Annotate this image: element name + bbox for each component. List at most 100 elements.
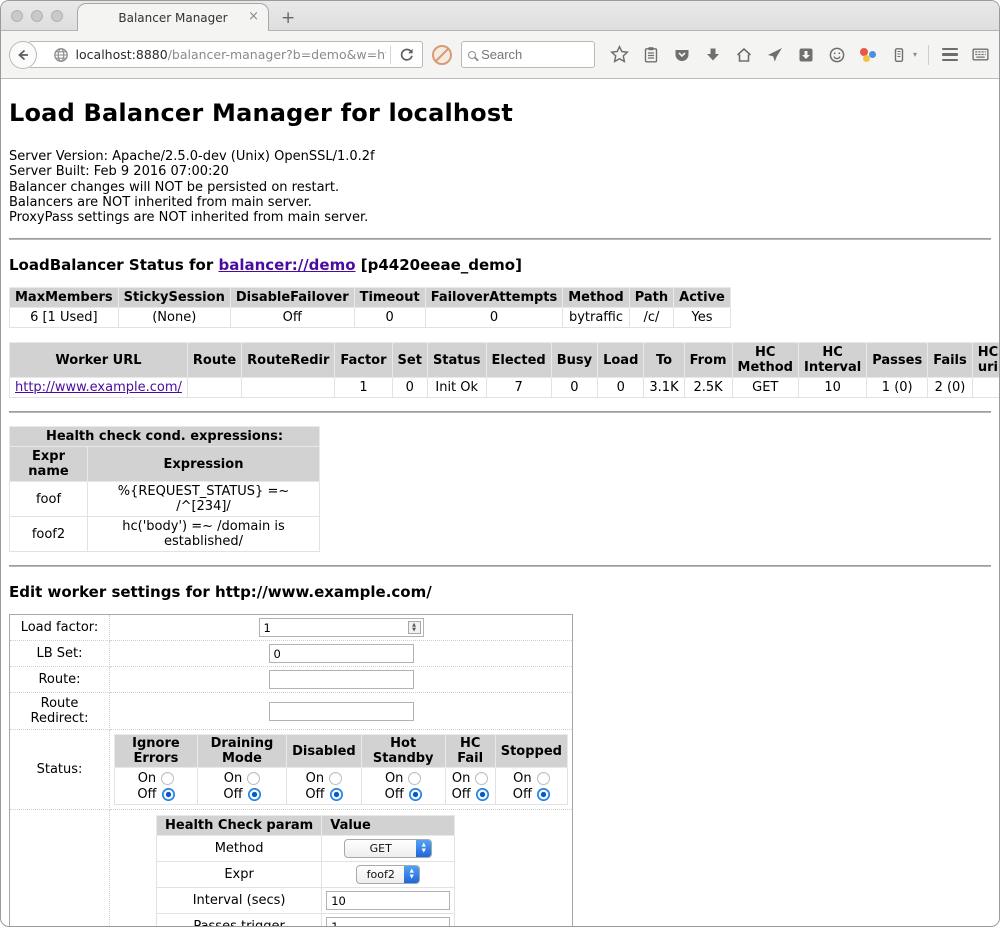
expr-select-value: foof2 bbox=[357, 868, 404, 881]
smiley-icon bbox=[828, 46, 846, 64]
colored-dots-icon bbox=[859, 46, 877, 64]
smiley-extension-button[interactable] bbox=[827, 45, 847, 64]
menu-button[interactable] bbox=[940, 45, 960, 64]
stopped-off-radio[interactable] bbox=[537, 788, 550, 801]
col-to: To bbox=[644, 343, 684, 378]
search-input[interactable] bbox=[481, 47, 581, 62]
disabled-on-radio[interactable] bbox=[329, 772, 342, 785]
lb-status-heading-prefix: LoadBalancer Status for bbox=[9, 256, 218, 274]
cell-expression: hc('body') =~ /domain is established/ bbox=[88, 517, 320, 552]
battery-extension-button[interactable] bbox=[889, 45, 909, 64]
col-factor: Factor bbox=[335, 343, 392, 378]
reload-button[interactable] bbox=[395, 47, 422, 62]
reading-list-icon bbox=[642, 46, 660, 64]
lb-set-input[interactable] bbox=[269, 644, 414, 663]
worker-table: Worker URL Route RouteRedir Factor Set S… bbox=[9, 342, 1000, 398]
new-tab-button[interactable]: + bbox=[281, 8, 295, 28]
table-header-row: MaxMembers StickySession DisableFailover… bbox=[10, 288, 731, 308]
col-status: Status bbox=[427, 343, 486, 378]
send-tab-button[interactable] bbox=[765, 45, 785, 64]
bookmark-star-button[interactable] bbox=[610, 45, 630, 64]
cell-set: 0 bbox=[392, 378, 427, 398]
table-title-row: Health check cond. expressions: bbox=[10, 427, 320, 447]
back-button[interactable] bbox=[9, 41, 37, 69]
col-expression: Expression bbox=[88, 447, 320, 482]
hc-fail-off-radio[interactable] bbox=[476, 788, 489, 801]
on-label: On bbox=[224, 771, 242, 786]
form-row-route-redirect: Route Redirect: bbox=[10, 693, 573, 730]
search-icon bbox=[468, 51, 476, 59]
hot-standby-on-radio[interactable] bbox=[408, 772, 421, 785]
url-text[interactable]: localhost:8880/balancer-manager?b=demo&w… bbox=[76, 47, 387, 62]
reading-list-button[interactable] bbox=[641, 45, 661, 64]
load-factor-label: Load factor: bbox=[10, 615, 110, 641]
worker-url-link[interactable]: http://www.example.com/ bbox=[15, 380, 182, 395]
ignore-errors-off-radio[interactable] bbox=[162, 788, 175, 801]
on-label: On bbox=[306, 771, 324, 786]
browser-window: Balancer Manager × + localhost:8880/bala… bbox=[0, 0, 1000, 927]
ignore-errors-on-radio[interactable] bbox=[161, 772, 174, 785]
lb-status-table: MaxMembers StickySession DisableFailover… bbox=[9, 287, 731, 328]
window-close-button[interactable] bbox=[11, 10, 23, 22]
url-path: /balancer-manager?b=demo&w=http://www.ex… bbox=[168, 47, 386, 62]
interval-input[interactable] bbox=[326, 891, 450, 910]
method-select[interactable]: GET ▲▼ bbox=[344, 839, 432, 858]
extension-download-button[interactable] bbox=[796, 45, 816, 64]
plugin-blocked-icon[interactable] bbox=[432, 45, 452, 65]
hc-param-row-passes: Passes trigger bbox=[157, 914, 455, 927]
tab-close-icon[interactable]: × bbox=[248, 10, 259, 24]
globe-icon bbox=[53, 47, 69, 63]
divider bbox=[9, 565, 991, 567]
hot-standby-off-radio[interactable] bbox=[409, 788, 422, 801]
col-elected: Elected bbox=[486, 343, 551, 378]
cell-failoverattempts: 0 bbox=[425, 308, 563, 328]
select-stepper-icon: ▲▼ bbox=[416, 839, 431, 858]
downloads-button[interactable] bbox=[703, 45, 723, 64]
persist-notice-line: Balancer changes will NOT be persisted o… bbox=[9, 180, 991, 195]
window-minimize-button[interactable] bbox=[31, 10, 43, 22]
draining-mode-on-radio[interactable] bbox=[247, 772, 260, 785]
home-button[interactable] bbox=[734, 45, 754, 64]
table-header-row: Worker URL Route RouteRedir Factor Set S… bbox=[10, 343, 1000, 378]
passes-label: Passes trigger bbox=[157, 914, 322, 927]
col-hc-fail: HC Fail bbox=[445, 735, 495, 768]
draining-mode-off-radio[interactable] bbox=[248, 788, 261, 801]
cell-from: 2.5K bbox=[684, 378, 732, 398]
hc-fail-on-radio[interactable] bbox=[475, 772, 488, 785]
stopped-on-radio[interactable] bbox=[537, 772, 550, 785]
route-input[interactable] bbox=[269, 670, 414, 689]
cell-maxmembers: 6 [1 Used] bbox=[10, 308, 119, 328]
url-host: localhost:8880 bbox=[76, 47, 168, 62]
table-row: 6 [1 Used] (None) Off 0 0 bytraffic /c/ … bbox=[10, 308, 731, 328]
cell-disablefailover: Off bbox=[230, 308, 354, 328]
off-label: Off bbox=[385, 787, 404, 802]
col-disabled: Disabled bbox=[287, 735, 362, 768]
balancer-demo-link[interactable]: balancer://demo bbox=[218, 256, 355, 274]
route-redirect-input[interactable] bbox=[269, 702, 414, 721]
passes-input[interactable] bbox=[326, 917, 450, 927]
dropdown-caret-icon[interactable]: ▾ bbox=[913, 50, 917, 59]
colored-dots-extension-button[interactable] bbox=[858, 45, 878, 64]
cell-expression: %{REQUEST_STATUS} =~ /^[234]/ bbox=[88, 482, 320, 517]
server-version-line: Server Version: Apache/2.5.0-dev (Unix) … bbox=[9, 149, 991, 164]
cell-routeredir bbox=[242, 378, 335, 398]
hc-expressions-title: Health check cond. expressions: bbox=[10, 427, 320, 447]
number-stepper-icon[interactable]: ▲▼ bbox=[408, 621, 421, 634]
menu-hamburger-icon bbox=[942, 48, 958, 61]
col-draining-mode: Draining Mode bbox=[197, 735, 286, 768]
pocket-button[interactable] bbox=[672, 45, 692, 64]
col-active: Active bbox=[674, 288, 731, 308]
keyboard-extension-button[interactable] bbox=[971, 45, 991, 64]
tab-balancer-manager[interactable]: Balancer Manager × bbox=[77, 3, 269, 31]
url-bar[interactable]: localhost:8880/balancer-manager?b=demo&w… bbox=[28, 41, 424, 68]
disabled-off-radio[interactable] bbox=[330, 788, 343, 801]
cell-to: 3.1K bbox=[644, 378, 684, 398]
search-bar[interactable] bbox=[461, 41, 595, 68]
cell-expr-name: foof bbox=[10, 482, 88, 517]
window-zoom-button[interactable] bbox=[51, 10, 63, 22]
col-routeredir: RouteRedir bbox=[242, 343, 335, 378]
home-icon bbox=[735, 46, 753, 64]
load-factor-input[interactable] bbox=[259, 618, 424, 637]
expr-select[interactable]: foof2 ▲▼ bbox=[356, 865, 420, 884]
hc-params-table: Health Check param Value Method GET ▲▼ bbox=[156, 815, 455, 927]
